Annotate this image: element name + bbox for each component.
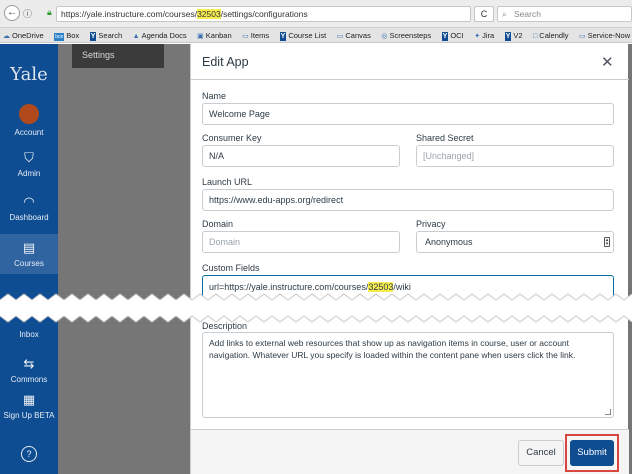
cloud-icon: ☁ (3, 33, 10, 40)
close-icon[interactable]: ✕ (601, 53, 614, 71)
domain-input[interactable]: Domain (202, 231, 400, 253)
bookmark-oci[interactable]: Y OCI (439, 28, 464, 42)
nav-admin[interactable]: ⛉ Admin (0, 150, 58, 178)
bookmark-box[interactable]: box Box (51, 28, 79, 42)
edit-app-dialog: Edit App ✕ Name Welcome Page Consumer Ke… (190, 44, 629, 474)
bookmark-screensteps[interactable]: ◎ Screensteps (378, 28, 431, 42)
shared-secret-label: Shared Secret (416, 133, 474, 143)
consumer-key-label: Consumer Key (202, 133, 262, 143)
shield-icon: ⛉ (24, 150, 34, 165)
bookmark-agenda-docs[interactable]: ▲ Agenda Docs (130, 28, 187, 42)
doc-icon: ▲ (132, 33, 140, 40)
cancel-button[interactable]: Cancel (518, 440, 564, 466)
jira-icon: ✦ (474, 33, 481, 40)
box-icon: box (54, 33, 65, 41)
help-icon: ? (21, 446, 37, 462)
folder-icon: ▭ (242, 33, 249, 40)
bookmarks-bar: ☁ OneDrive box Box Y Search ▲ Agenda Docs ▣ K… (0, 28, 632, 43)
avatar-icon[interactable] (19, 104, 39, 124)
bookmark-onedrive[interactable]: ☁ OneDrive (0, 28, 44, 42)
nav-commons[interactable]: ⇆ Commons (0, 356, 58, 384)
shared-secret-input[interactable]: [Unchanged] (416, 145, 614, 167)
kanban-icon: ▣ (197, 33, 204, 40)
launch-url-label: Launch URL (202, 177, 253, 187)
calendar-clock-icon: ▦ (22, 392, 36, 407)
modal-footer: Cancel Submit (191, 429, 629, 474)
bookmark-items[interactable]: ▭ Items (239, 28, 269, 42)
description-textarea[interactable]: Add links to external web resources that… (202, 332, 614, 418)
nav-dashboard[interactable]: ◠ Dashboard (0, 194, 58, 222)
custom-fields-label: Custom Fields (202, 263, 260, 273)
folder-icon: ▭ (336, 33, 344, 40)
domain-label: Domain (202, 219, 234, 229)
select-arrows-icon: ▴ ▾ (604, 237, 610, 247)
commons-icon: ⇆ (23, 356, 35, 371)
page-icon: □ (533, 33, 538, 40)
folder-icon: ▭ (579, 33, 586, 40)
camera-icon: ◎ (381, 33, 388, 40)
search-icon: ⌕ (502, 9, 507, 19)
nav-courses[interactable]: ▤ Courses (0, 234, 58, 274)
submit-highlight-box: Submit (565, 434, 619, 472)
settings-tab[interactable]: Settings (72, 44, 164, 68)
bookmark-jira[interactable]: ✦ Jira (471, 28, 494, 42)
bookmark-v2[interactable]: Y V2 (502, 28, 523, 42)
address-bar[interactable]: https://yale.instructure.com/courses/325… (56, 6, 471, 22)
browser-search-placeholder: Search (514, 9, 541, 19)
privacy-selected-value: Anonymous (425, 237, 473, 247)
browser-search-input[interactable]: ⌕ Search (497, 6, 632, 22)
book-icon: ▤ (22, 240, 36, 255)
url-course-id: 32503 (197, 9, 221, 19)
privacy-label: Privacy (416, 219, 446, 229)
bookmark-service-now[interactable]: ▭ Service-Now (576, 28, 630, 42)
yale-y-icon: Y (279, 32, 287, 41)
bookmark-canvas[interactable]: ▭ Canvas (334, 28, 371, 42)
url-suffix: /settings/configurations (220, 9, 308, 19)
url-prefix: https://yale.instructure.com/courses/ (61, 9, 198, 19)
global-navigation: Yale Account ⛉ Admin ◠ Dashboard ▤ Courses … (0, 44, 58, 474)
yale-y-icon: Y (89, 32, 97, 41)
yale-y-icon: Y (504, 32, 512, 41)
nav-help[interactable]: ? (0, 446, 58, 465)
gauge-icon: ◠ (23, 194, 35, 209)
modal-header: Edit App ✕ (191, 44, 629, 80)
submit-button[interactable]: Submit (570, 440, 614, 466)
torn-edge-divider (0, 293, 632, 323)
yale-y-icon: Y (441, 32, 449, 41)
name-label: Name (202, 91, 227, 101)
consumer-key-input[interactable]: N/A (202, 145, 400, 167)
bookmark-calendly[interactable]: □ Calendly (530, 28, 568, 42)
site-info-icon[interactable]: ⓘ (23, 7, 32, 20)
bookmark-search[interactable]: Y Search (87, 28, 122, 42)
lock-icon: 🔒︎ (47, 7, 52, 17)
reload-icon[interactable]: C (474, 6, 494, 22)
name-input[interactable]: Welcome Page (202, 103, 614, 125)
privacy-select[interactable]: Anonymous ▴ ▾ (416, 231, 614, 253)
modal-title: Edit App (202, 55, 249, 69)
launch-url-input[interactable]: https://www.edu-apps.org/redirect (202, 189, 614, 211)
nav-inbox[interactable]: Inbox (0, 330, 58, 339)
bookmark-course-list[interactable]: Y Course List (277, 28, 326, 42)
yale-logo[interactable]: Yale (0, 64, 58, 85)
browser-toolbar: ← ⓘ 🔒︎ https://yale.instructure.com/cour… (0, 0, 632, 28)
back-icon[interactable]: ← (4, 5, 20, 21)
description-text: Add links to external web resources that… (209, 338, 576, 360)
nav-account[interactable]: Account (0, 128, 58, 137)
resize-handle-icon[interactable] (605, 409, 611, 415)
nav-sign-up[interactable]: ▦ Sign Up BETA (0, 392, 58, 420)
bookmark-kanban[interactable]: ▣ Kanban (194, 28, 231, 42)
